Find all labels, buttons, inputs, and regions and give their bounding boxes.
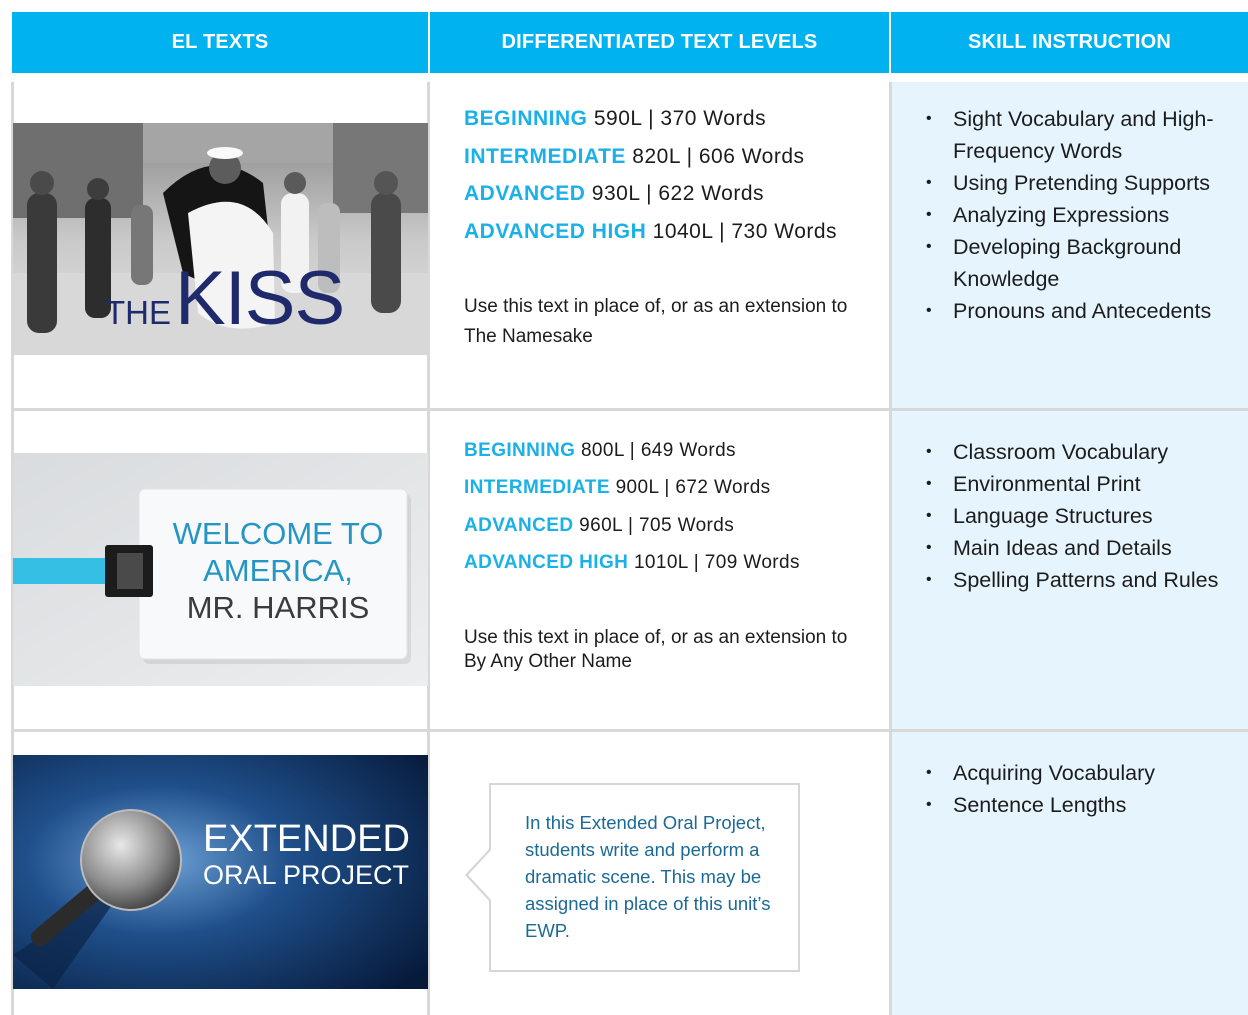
- skill-item: Main Ideas and Details: [912, 532, 1248, 564]
- text-levels-list: BEGINNING 800L | 649 Words INTERMEDIATE …: [464, 432, 800, 581]
- level-advanced: ADVANCED 960L | 705 Words: [464, 514, 735, 536]
- welcome-to-america-image: WELCOME TO AMERICA, MR. HARRIS: [13, 453, 428, 686]
- extended-oral-project-title: EXTENDED ORAL PROJECT: [203, 818, 410, 890]
- extended-oral-project-callout: In this Extended Oral Project, students …: [465, 783, 800, 972]
- usage-note: Use this text in place of, or as an exte…: [464, 296, 848, 347]
- level-beginning: BEGINNING 590L | 370 Words: [464, 107, 767, 130]
- level-beginning: BEGINNING 800L | 649 Words: [464, 440, 736, 461]
- the-kiss-image: THEKISS: [13, 123, 428, 355]
- header-skill-instruction: SKILL INSTRUCTION: [891, 12, 1248, 73]
- skill-item: Language Structures: [912, 500, 1248, 532]
- level-advanced-high: ADVANCED HIGH 1040L | 730 Words: [464, 219, 838, 243]
- callout-text: In this Extended Oral Project, students …: [525, 812, 771, 941]
- text-levels-list: BEGINNING 590L | 370 Words INTERMEDIATE …: [464, 100, 837, 250]
- level-intermediate: INTERMEDIATE 820L | 606 Words: [464, 144, 805, 168]
- extended-oral-project-image: EXTENDED ORAL PROJECT: [13, 755, 428, 989]
- column-divider: [889, 82, 892, 1015]
- row-divider: [12, 729, 1248, 732]
- skill-list: Acquiring Vocabulary Sentence Lengths: [912, 757, 1248, 821]
- header-el-texts: EL TEXTS: [12, 12, 428, 73]
- skill-item: Spelling Patterns and Rules: [912, 564, 1248, 596]
- skill-item: Developing Background Knowledge: [912, 231, 1248, 295]
- skill-item: Analyzing Expressions: [912, 199, 1248, 231]
- kiss-title: THEKISS: [105, 256, 345, 341]
- row-divider: [12, 408, 1248, 411]
- skill-list: Classroom Vocabulary Environmental Print…: [912, 436, 1248, 596]
- skill-item: Environmental Print: [912, 468, 1248, 500]
- header-differentiated-text-levels: DIFFERENTIATED TEXT LEVELS: [430, 12, 889, 73]
- skill-item: Sentence Lengths: [912, 789, 1248, 821]
- level-advanced-high: ADVANCED HIGH 1010L | 709 Words: [464, 551, 800, 573]
- callout-pointer-fill: [468, 849, 492, 901]
- level-advanced: ADVANCED 930L | 622 Words: [464, 182, 765, 205]
- skill-item: Using Pretending Supports: [912, 167, 1248, 199]
- skill-item: Sight Vocabulary and High-Frequency Word…: [912, 103, 1248, 167]
- skill-item: Acquiring Vocabulary: [912, 757, 1248, 789]
- usage-note: Use this text in place of, or as an exte…: [464, 627, 848, 672]
- skill-list: Sight Vocabulary and High-Frequency Word…: [912, 103, 1248, 327]
- welcome-title: WELCOME TO AMERICA, MR. HARRIS: [172, 516, 384, 625]
- skill-item: Pronouns and Antecedents: [912, 295, 1248, 327]
- level-intermediate: INTERMEDIATE 900L | 672 Words: [464, 477, 771, 499]
- skill-item: Classroom Vocabulary: [912, 436, 1248, 468]
